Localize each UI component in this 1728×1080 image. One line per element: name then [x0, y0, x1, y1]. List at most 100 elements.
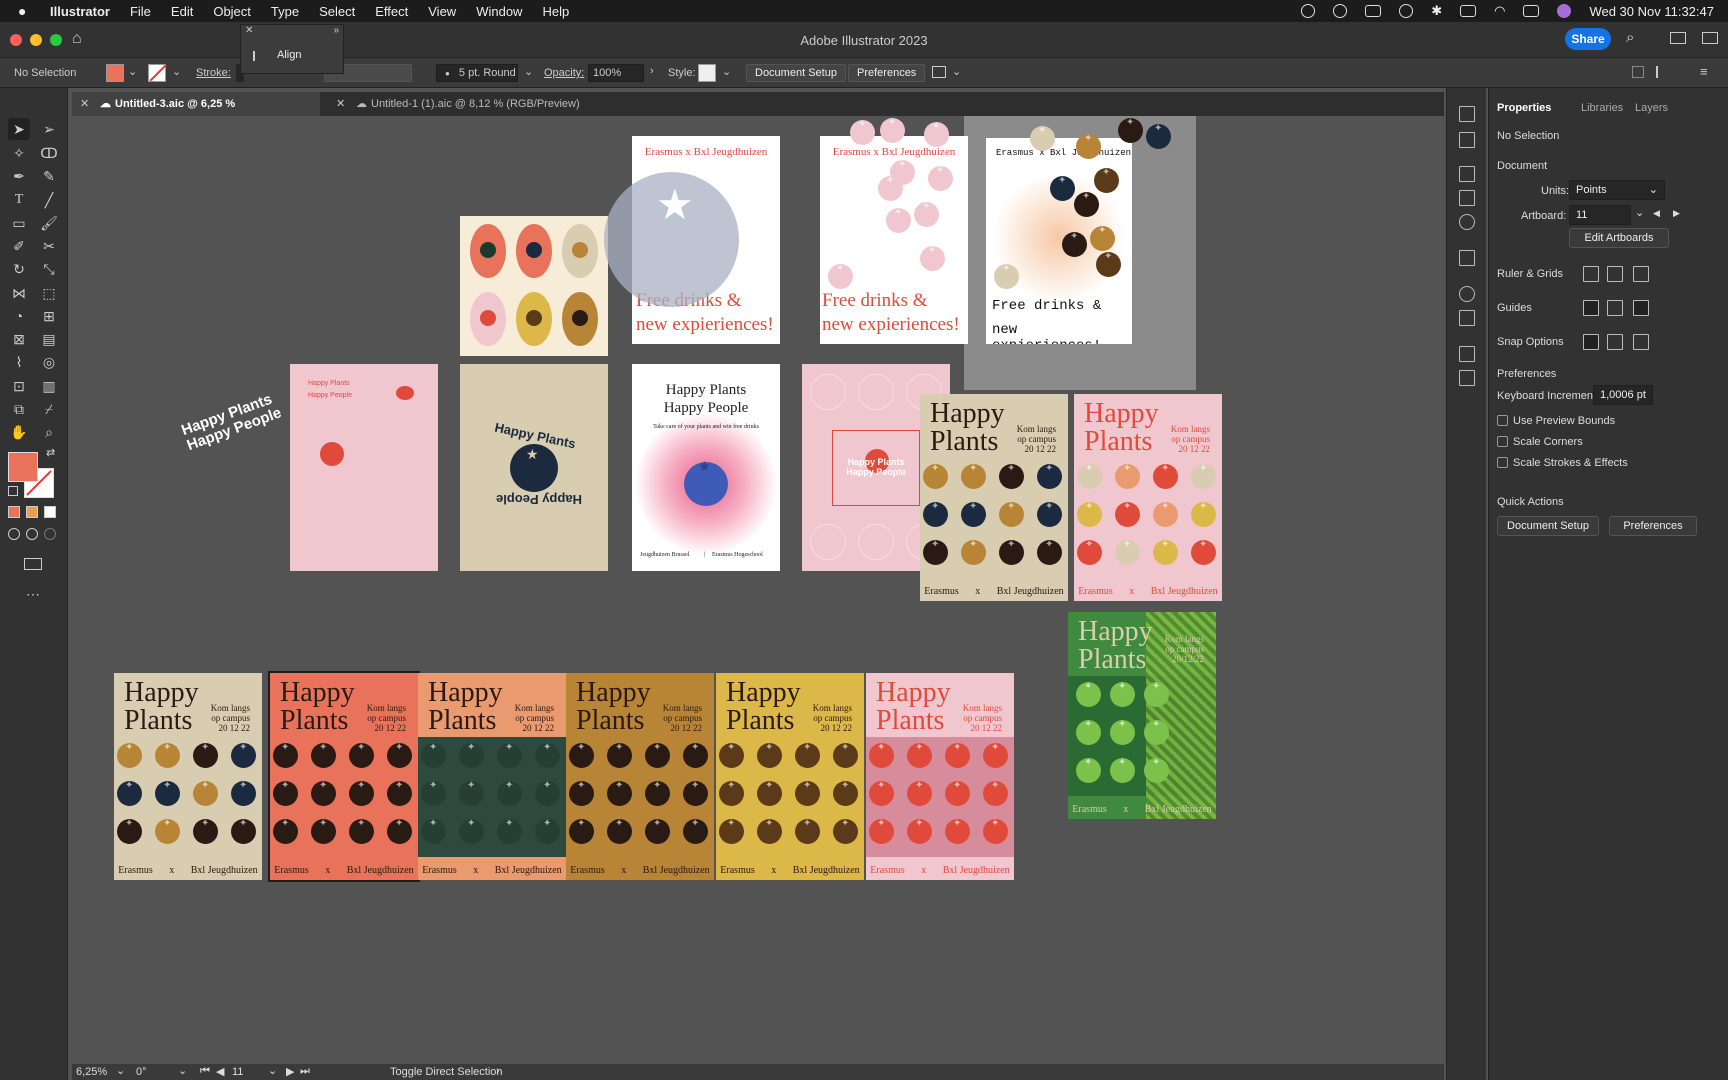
- color-mode-icon[interactable]: [8, 506, 20, 518]
- menu-effect[interactable]: Effect: [375, 4, 408, 19]
- draw-behind-icon[interactable]: [26, 528, 38, 540]
- snap-point-icon[interactable]: [1583, 334, 1599, 350]
- units-select[interactable]: Points ⌄: [1569, 180, 1665, 200]
- arrange-icon[interactable]: [932, 66, 946, 78]
- fill-swatch[interactable]: [106, 64, 124, 82]
- pink-label-artboard[interactable]: Happy Plants Happy People: [290, 364, 438, 571]
- screen-mode-icon[interactable]: [24, 558, 42, 570]
- gradient-panel-icon[interactable]: [1459, 190, 1475, 206]
- chevron-down-icon[interactable]: ⌄: [268, 1064, 277, 1077]
- artboard-tool-icon[interactable]: ⧉: [8, 398, 30, 420]
- scale-strokes-checkbox[interactable]: [1497, 457, 1508, 468]
- fill-color-swatch[interactable]: [8, 452, 38, 482]
- chevron-right-icon[interactable]: ›: [496, 1065, 500, 1077]
- smart-guides-icon[interactable]: [1607, 300, 1623, 316]
- preferences-button[interactable]: Preferences: [1609, 516, 1697, 536]
- shape-builder-icon[interactable]: ◔: [8, 305, 30, 327]
- curvature-icon[interactable]: ✎: [38, 165, 60, 187]
- creative-cloud-icon[interactable]: [1333, 4, 1348, 18]
- chevron-down-icon[interactable]: ⌄: [1635, 206, 1644, 219]
- floating-happy-plants-text[interactable]: Happy Plants Happy People: [179, 390, 285, 455]
- shaper-icon[interactable]: ✐: [8, 235, 30, 257]
- brush-field[interactable]: ● 5 pt. Round: [436, 64, 518, 82]
- poster-happy-plants[interactable]: Happy Plants Kom langs op campus 20/12/2…: [1068, 612, 1216, 819]
- tab-layers[interactable]: Layers: [1635, 102, 1668, 114]
- width-tool-icon[interactable]: ⋈: [8, 282, 30, 304]
- swap-colors-icon[interactable]: ⇄: [46, 446, 55, 459]
- transparency-panel-icon[interactable]: [1459, 214, 1475, 230]
- close-icon[interactable]: ✕: [80, 92, 89, 116]
- scale-corners-checkbox[interactable]: [1497, 436, 1508, 447]
- clock[interactable]: Wed 30 Nov 11:32:47: [1589, 4, 1714, 19]
- workspace-icon[interactable]: [1670, 32, 1686, 44]
- chevron-down-icon[interactable]: ⌄: [116, 1064, 125, 1077]
- opacity-field[interactable]: 100%: [588, 64, 644, 82]
- chevron-right-icon[interactable]: ›: [650, 65, 654, 77]
- hand-tool-icon[interactable]: ✋: [8, 421, 30, 443]
- rotation-field[interactable]: 0°: [136, 1066, 147, 1078]
- sticker-sheet-artboard[interactable]: [460, 216, 608, 356]
- paintbrush-icon[interactable]: 🖌: [38, 212, 60, 234]
- snap-pixel-icon[interactable]: [1607, 334, 1623, 350]
- first-artboard-icon[interactable]: ⏮: [200, 1065, 210, 1078]
- perspective-grid-icon[interactable]: ⊞: [38, 305, 60, 327]
- poster-free-drinks-pink[interactable]: Erasmus x Bxl Jeugdhuizen Free drinks & …: [820, 136, 968, 344]
- export-panel-icon[interactable]: [1459, 346, 1475, 362]
- wifi-icon[interactable]: ◠: [1494, 3, 1505, 19]
- chevron-down-icon[interactable]: ⌄: [172, 65, 181, 78]
- artboard-select[interactable]: 11: [1569, 205, 1631, 225]
- tab-properties[interactable]: Properties: [1497, 102, 1551, 114]
- menu-edit[interactable]: Edit: [171, 4, 193, 19]
- use-preview-bounds-checkbox[interactable]: [1497, 415, 1508, 426]
- mesh-tool-icon[interactable]: ⊠: [8, 328, 30, 350]
- bluetooth-icon[interactable]: ✱: [1431, 3, 1442, 19]
- keyboard-increment-field[interactable]: 1,0006 pt: [1593, 385, 1653, 405]
- panels-icon[interactable]: [1702, 32, 1718, 44]
- next-artboard-icon[interactable]: ▶: [286, 1065, 294, 1078]
- control-center-icon[interactable]: [1523, 5, 1540, 17]
- tab-libraries[interactable]: Libraries: [1581, 102, 1623, 114]
- appearance-panel-icon[interactable]: [1459, 250, 1475, 266]
- rectangle-tool-icon[interactable]: ▭: [8, 212, 30, 234]
- libraries-panel-icon[interactable]: [1459, 132, 1475, 148]
- lasso-icon[interactable]: ↀ: [38, 142, 60, 164]
- gradient-mode-icon[interactable]: [26, 506, 38, 518]
- poster-free-drinks-mono[interactable]: Erasmus x Bxl Jeugdhuizen Free drinks & …: [986, 138, 1132, 344]
- poster-happy-plants-blueberry[interactable]: Happy Plants Happy People Take care of y…: [632, 364, 780, 571]
- poster-happy-plants[interactable]: Happy Plants Kom langs op campus 20 12 2…: [866, 673, 1014, 880]
- play-icon[interactable]: [1399, 4, 1414, 18]
- none-mode-icon[interactable]: [44, 506, 56, 518]
- close-icon[interactable]: ✕: [245, 25, 253, 36]
- siri-icon[interactable]: [1557, 4, 1572, 18]
- column-graph-icon[interactable]: ▥: [38, 375, 60, 397]
- menu-window[interactable]: Window: [476, 4, 522, 19]
- draw-normal-icon[interactable]: [8, 528, 20, 540]
- slice-tool-icon[interactable]: ⌿: [38, 398, 60, 420]
- next-artboard-icon[interactable]: ▶: [1673, 208, 1680, 219]
- poster-happy-plants[interactable]: Happy Plants Kom langs op campus 20 12 2…: [566, 673, 714, 880]
- lock-guides-icon[interactable]: [1633, 300, 1649, 316]
- style-swatch[interactable]: [698, 64, 716, 82]
- collapse-icon[interactable]: »: [333, 25, 339, 36]
- gradient-tool-icon[interactable]: ▤: [38, 328, 60, 350]
- properties-panel-icon[interactable]: [1459, 106, 1475, 122]
- chevron-down-icon[interactable]: ⌄: [178, 1064, 187, 1077]
- ruler-icon[interactable]: [1583, 266, 1599, 282]
- previous-artboard-icon[interactable]: ◀: [216, 1065, 224, 1078]
- menu-object[interactable]: Object: [213, 4, 251, 19]
- poster-happy-plants[interactable]: Happy Plants Kom langs op campus 20 12 2…: [716, 673, 864, 880]
- align-to-icon[interactable]: [1632, 66, 1644, 78]
- poster-happy-plants[interactable]: Happy Plants Kom langs op campus 20 12 2…: [920, 394, 1068, 601]
- close-icon[interactable]: ✕: [336, 92, 345, 116]
- tab-untitled-1[interactable]: ✕ ☁ Untitled-1 (1).aic @ 8,12 % (RGB/Prev…: [328, 92, 608, 116]
- menu-app[interactable]: Illustrator: [50, 4, 110, 19]
- scissors-icon[interactable]: ✂: [38, 235, 60, 257]
- share-button[interactable]: Share: [1565, 28, 1611, 50]
- rotate-tool-icon[interactable]: ↻: [8, 258, 30, 280]
- document-setup-button[interactable]: Document Setup: [1497, 516, 1599, 536]
- cream-sticker-artboard[interactable]: Happy Plants ★ Happy People: [460, 364, 608, 571]
- align-options-icon[interactable]: [1656, 66, 1670, 78]
- chevron-down-icon[interactable]: ⌄: [128, 65, 137, 78]
- align-label[interactable]: Align: [277, 49, 301, 61]
- floating-blueberry[interactable]: ★: [604, 172, 739, 307]
